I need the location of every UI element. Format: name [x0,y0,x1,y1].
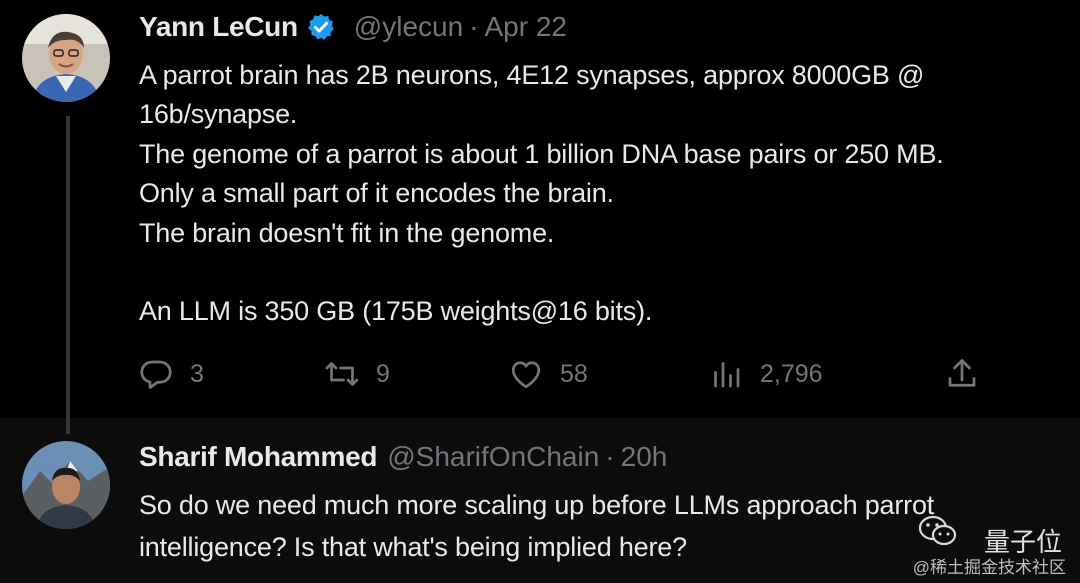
tweet-line: The genome of a parrot is about 1 billio… [139,138,944,169]
reply-timestamp[interactable]: 20h [621,441,668,473]
avatar-yann-lecun[interactable] [22,14,110,102]
author-handle[interactable]: @ylecun [354,11,463,43]
share-button[interactable] [944,356,980,392]
avatar-sharif-mohammed[interactable] [22,441,110,529]
reply-header: Sharif Mohammed @SharifOnChain · 20h [139,441,667,473]
reply-icon [140,360,172,389]
tweet-timestamp[interactable]: Apr 22 [485,11,568,43]
tweet-header: Yann LeCun @ylecun · Apr 22 [139,11,567,43]
like-icon [511,361,541,389]
header-separator: · [469,11,479,42]
tweet-line: The brain doesn't fit in the genome. [139,217,555,248]
reply-button[interactable]: 3 [138,356,204,392]
views-icon [714,362,740,388]
retweet-icon [325,362,359,386]
watermark-source: @稀土掘金技术社区 [912,558,1066,577]
reply-author-handle[interactable]: @SharifOnChain [387,441,599,473]
retweet-button[interactable]: 9 [324,356,390,392]
views-count: 2,796 [760,359,823,388]
reply-body: So do we need much more scaling up befor… [139,484,934,568]
tweet-line: A parrot brain has 2B neurons, 4E12 syna… [139,60,925,90]
tweet-action-bar: 3 9 58 2,796 [0,356,1080,396]
share-icon [948,359,976,387]
wechat-icon [918,515,957,546]
tweet-line: 16b/synapse. [139,99,298,130]
retweet-count: 9 [376,359,390,388]
author-name[interactable]: Yann LeCun [139,11,298,43]
tweet-line: An LLM is 350 GB (175B weights@16 bits). [139,296,653,327]
reply-line: So do we need much more scaling up befor… [139,490,935,520]
reply-line: intelligence? Is that what's being impli… [139,532,687,562]
reply-count: 3 [190,359,204,388]
tweet-line: Only a small part of it encodes the brai… [139,178,614,209]
like-count: 58 [560,359,588,388]
like-button[interactable]: 58 [508,356,588,392]
reply-header-separator: · [605,441,615,472]
verified-badge-icon [307,13,334,40]
views-button[interactable]: 2,796 [708,356,823,392]
tweet-body: A parrot brain has 2B neurons, 4E12 syna… [139,56,944,331]
reply-author-name[interactable]: Sharif Mohammed [139,441,378,473]
